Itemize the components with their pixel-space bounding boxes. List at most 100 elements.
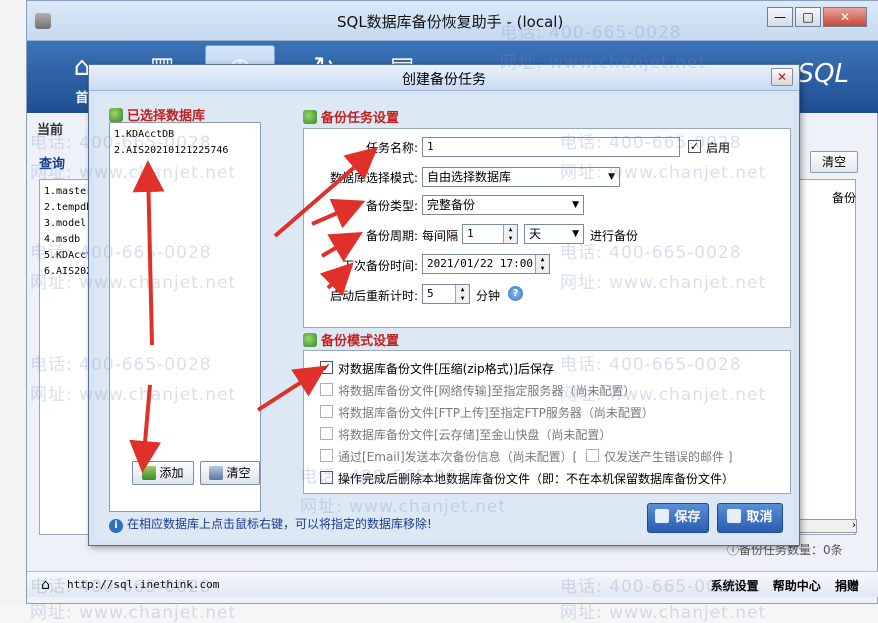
current-label: 当前 [37,123,64,138]
task-settings-header-text: 备份任务设置 [321,111,400,126]
chevron-down-icon: ▼ [572,229,579,239]
clear-db-label: 清空 [226,466,251,480]
task-settings-group: 任务名称: 1 ✓ 启用 数据库选择模式: 自由选择数据库 ▼ 备份类型: 完整备… [303,128,791,328]
cancel-label: 取消 [746,510,773,525]
settings-green-icon [303,333,317,347]
ftp-upload-label: 将数据库备份文件[FTP上传]至指定FTP服务器（尚未配置） [338,406,654,420]
restart-timer-unit: 分钟 [476,289,501,303]
list-item[interactable]: 1.KDAcctDB [114,129,174,140]
network-transfer-label: 将数据库备份文件[网络传输]至指定服务器（尚未配置） [338,384,636,398]
db-select-mode-value: 自由选择数据库 [427,170,512,184]
help-link[interactable]: 帮助中心 [773,579,821,593]
backup-type-dropdown[interactable]: 完整备份 ▼ [422,195,584,215]
donate-link[interactable]: 捐赠 [835,579,859,593]
settings-link[interactable]: 系统设置 [711,579,759,593]
db-select-mode-dropdown[interactable]: 自由选择数据库 ▼ [422,167,620,187]
restart-timer-stepper[interactable]: 5 ▲ ▼ [422,284,470,304]
dialog-body: 已选择数据库 1.KDAcctDB 2.AIS20210121225746 添加… [95,95,793,539]
chevron-down-icon: ▼ [572,200,579,210]
main-titlebar: SQL数据库备份恢复助手 - (local) — □ ✕ [27,1,878,41]
brand-logo-text: SQL [797,59,849,89]
dialog-close-button[interactable]: ✕ [771,68,793,86]
selected-db-list[interactable]: 1.KDAcctDB 2.AIS20210121225746 添加 清空 [109,122,261,512]
next-backup-time-picker[interactable]: 2021/01/22 17:00 ▲ ▼ [422,254,550,274]
desktop-bottom-strip [0,604,878,623]
add-icon [142,466,157,480]
save-icon [655,509,670,523]
delete-local-checkbox[interactable] [320,471,333,484]
mode-settings-header-text: 备份模式设置 [321,334,400,349]
maximize-button[interactable]: □ [795,7,821,27]
cloud-storage-label: 将数据库备份文件[云存储]至金山快盘（尚未配置） [338,428,612,442]
zip-compress-checkbox[interactable]: ✓ [320,361,333,374]
backup-type-label: 备份类型: [365,199,418,213]
chevron-down-icon: ▼ [608,172,615,182]
dialog-title: 创建备份任务 [402,72,486,88]
database-green-icon [109,108,123,122]
home-icon: ⌂ [41,577,50,593]
dialog-titlebar: 创建备份任务 ✕ [89,65,799,91]
task-column-header: 备份 [832,191,857,205]
task-list-panel[interactable] [792,179,856,535]
close-button[interactable]: ✕ [823,7,867,27]
save-label: 保存 [674,510,701,525]
email-notify-label: 通过[Email]发送本次备份信息（尚未配置）[ [338,450,578,464]
next-backup-time-value: 2021/01/22 17:00 [427,257,533,270]
mode-settings-header: 备份模式设置 [303,330,399,349]
backup-cycle-suffix: 进行备份 [590,229,639,243]
mode-settings-group: ✓ 对数据库备份文件[压缩(zip格式)]后保存 将数据库备份文件[网络传输]至… [303,350,791,494]
create-backup-task-dialog: 创建备份任务 ✕ 已选择数据库 1.KDAcctDB 2.AIS20210121… [88,64,800,546]
backup-cycle-label: 备份周期: [365,229,418,243]
backup-cycle-prefix: 每间隔 [422,229,459,243]
network-transfer-checkbox[interactable] [320,383,333,396]
restart-timer-value: 5 [427,287,434,300]
cloud-storage-checkbox[interactable] [320,427,333,440]
task-settings-header: 备份任务设置 [303,107,399,126]
backup-unit-value: 天 [529,227,542,241]
list-item[interactable]: 2.tempdb [44,200,94,216]
db-select-mode-label: 数据库选择模式: [329,171,418,185]
clear-icon [209,466,224,480]
enable-label: 启用 [706,141,731,155]
list-item[interactable]: 3.model [44,216,94,232]
info-hint: i 在相应数据库上点击鼠标右键，可以将指定的数据库移除! [109,515,432,533]
email-notify-checkbox[interactable] [320,449,333,462]
clear-db-button[interactable]: 清空 [200,461,260,485]
status-links: 系统设置 帮助中心 捐赠 [701,577,859,594]
enable-checkbox[interactable]: ✓ [688,140,701,153]
email-errors-only-checkbox[interactable] [586,449,599,462]
list-item[interactable]: 5.KDAcctDB [44,248,94,264]
add-db-button[interactable]: 添加 [132,461,194,485]
desktop-left-strip [0,0,26,623]
cancel-button[interactable]: 取消 [717,503,783,533]
main-clear-button[interactable]: 清空 [810,151,858,173]
email-errors-only-label: 仅发送产生错误的邮件 ] [604,450,733,464]
backup-interval-stepper[interactable]: 1 ▲ ▼ [462,224,518,244]
status-url-link[interactable]: http://sql.inethink.com [67,578,219,591]
task-name-input[interactable]: 1 [422,137,680,157]
status-bar: ⌂ http://sql.inethink.com 系统设置 帮助中心 捐赠 [27,571,878,597]
stepper-arrows-icon[interactable]: ▲ ▼ [503,225,517,243]
list-item[interactable]: 6.AIS20210121225746 [44,264,94,280]
backup-type-value: 完整备份 [427,198,476,212]
minimize-button[interactable]: — [767,7,793,27]
list-item[interactable]: 1.master [44,184,94,200]
restart-timer-label: 启动后重新计时: [329,289,418,303]
cancel-icon [727,509,742,523]
info-icon: i [109,519,123,533]
next-backup-time-label: 下次备份时间: [341,259,418,273]
ftp-upload-checkbox[interactable] [320,405,333,418]
zip-compress-label: 对数据库备份文件[压缩(zip格式)]后保存 [338,362,554,376]
list-item[interactable]: 2.AIS20210121225746 [114,145,228,156]
backup-unit-dropdown[interactable]: 天 ▼ [524,224,584,244]
add-db-label: 添加 [159,466,184,480]
settings-green-icon [303,110,317,124]
help-icon[interactable]: ? [508,286,523,301]
stepper-arrows-icon[interactable]: ▲ ▼ [535,255,549,273]
task-name-label: 任务名称: [365,141,418,155]
list-item[interactable]: 4.msdb [44,232,94,248]
save-button[interactable]: 保存 [647,503,709,533]
app-database-icon [35,13,51,29]
info-hint-text: 在相应数据库上点击鼠标右键，可以将指定的数据库移除! [127,517,432,531]
stepper-arrows-icon[interactable]: ▲ ▼ [455,285,469,303]
